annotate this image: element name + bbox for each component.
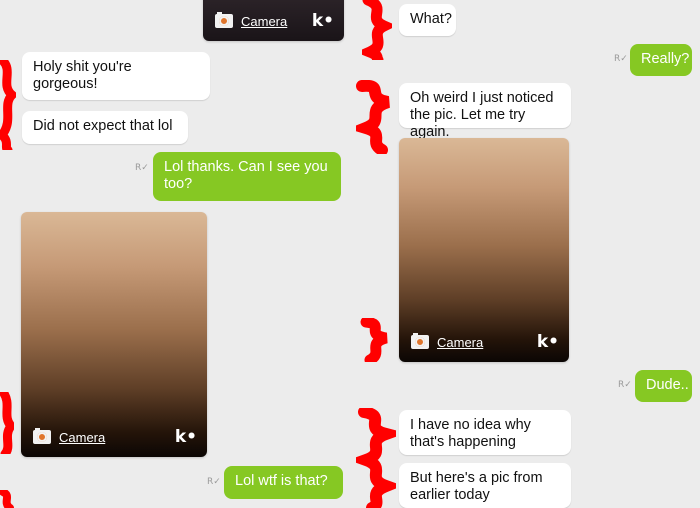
message-text: What? <box>410 11 452 27</box>
redaction-scribble <box>360 318 388 362</box>
message-incoming[interactable]: Did not expect that lol <box>22 111 188 144</box>
message-text: Holy shit you're gorgeous! <box>33 59 132 92</box>
message-text: Lol wtf is that? <box>235 473 328 489</box>
redaction-scribble <box>356 408 396 508</box>
message-incoming[interactable]: Oh weird I just noticed the pic. Let me … <box>399 83 571 140</box>
camera-link[interactable]: Camera <box>59 430 175 445</box>
message-outgoing[interactable]: Dude.. <box>635 370 692 402</box>
message-text: Really? <box>641 51 690 67</box>
message-text: Dude.. <box>646 377 689 393</box>
message-incoming[interactable]: I have no idea why that's happening <box>399 410 571 455</box>
photo-footer: Camera k• <box>399 322 569 362</box>
message-outgoing[interactable]: Lol thanks. Can I see you too? <box>153 152 341 201</box>
message-text: Did not expect that lol <box>33 118 173 134</box>
camera-icon <box>33 428 51 444</box>
message-incoming[interactable]: What? <box>399 4 456 36</box>
photo-footer: Camera k• <box>21 417 207 457</box>
photo-message[interactable]: Camera k• <box>21 212 207 457</box>
message-text: Lol thanks. Can I see you too? <box>164 159 328 192</box>
photo-message-top[interactable]: Camera k• <box>203 0 344 41</box>
redaction-scribble <box>362 0 392 60</box>
message-text: I have no idea why that's happening <box>410 417 531 450</box>
read-receipt-icon: R✓ <box>207 477 221 487</box>
kik-logo-icon: k• <box>311 11 334 31</box>
left-chat-panel: Camera k• Holy shit you're gorgeous! Did… <box>0 0 350 508</box>
redaction-scribble <box>0 392 14 454</box>
read-receipt-icon: R✓ <box>618 380 632 390</box>
message-outgoing[interactable]: Lol wtf is that? <box>224 466 343 499</box>
camera-icon <box>215 12 233 28</box>
message-text: But here's a pic from earlier today <box>410 470 543 503</box>
kik-logo-icon: k• <box>174 427 197 447</box>
right-chat-panel: What? R✓ Really? Oh weird I just noticed… <box>350 0 700 508</box>
read-receipt-icon: R✓ <box>614 54 628 64</box>
read-receipt-icon: R✓ <box>135 163 149 173</box>
message-text: Oh weird I just noticed the pic. Let me … <box>410 90 554 140</box>
photo-footer: Camera k• <box>203 1 344 41</box>
camera-link[interactable]: Camera <box>241 14 312 29</box>
camera-link[interactable]: Camera <box>437 335 537 350</box>
photo-message[interactable]: Camera k• <box>399 138 569 362</box>
camera-icon <box>411 333 429 349</box>
message-incoming[interactable]: Holy shit you're gorgeous! <box>22 52 210 100</box>
kik-logo-icon: k• <box>536 332 559 352</box>
message-outgoing[interactable]: Really? <box>630 44 692 76</box>
redaction-scribble <box>356 80 391 154</box>
redaction-scribble <box>0 60 16 150</box>
message-incoming[interactable]: But here's a pic from earlier today <box>399 463 571 508</box>
redaction-scribble <box>0 490 14 508</box>
